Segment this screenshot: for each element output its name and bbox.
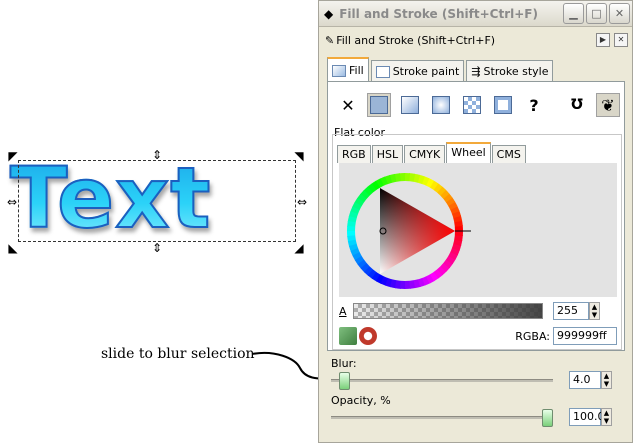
- tab-hsl[interactable]: HSL: [371, 145, 404, 163]
- scale-handle-top-left-icon[interactable]: ◤: [7, 150, 19, 162]
- alpha-label: A: [339, 304, 347, 318]
- opacity-spinbox[interactable]: 100.0 ▲ ▼: [569, 408, 612, 426]
- rgba-input[interactable]: 999999ff: [553, 327, 617, 345]
- paint-type-row: ✕ ? Ʊ ❦: [336, 90, 620, 120]
- blur-spinbox[interactable]: 4.0 ▲ ▼: [569, 371, 612, 389]
- fill-stroke-brush-icon: ✎: [325, 33, 335, 47]
- fill-tab-panel: ✕ ? Ʊ ❦ Flat color RGB HSL CMYK Wheel CM…: [327, 81, 625, 351]
- main-tabs: Fill Stroke paint ⇶ Stroke style: [327, 57, 555, 82]
- color-wheel-area[interactable]: [339, 163, 617, 297]
- tab-cms[interactable]: CMS: [491, 145, 526, 163]
- scale-handle-bottom-icon[interactable]: ⇕: [151, 242, 163, 254]
- fill-rule-nonzero-icon[interactable]: ❦: [596, 93, 620, 117]
- linear-gradient-button[interactable]: [398, 93, 422, 117]
- selection-bounding-box: [18, 160, 296, 242]
- tab-fill[interactable]: Fill: [327, 57, 369, 82]
- rgba-label: RGBA:: [515, 329, 550, 343]
- panel-close-icon[interactable]: ✕: [614, 33, 628, 47]
- scale-handle-top-icon[interactable]: ⇕: [151, 149, 163, 161]
- tab-stroke-paint[interactable]: Stroke paint: [370, 60, 465, 82]
- opacity-value[interactable]: 100.0: [569, 408, 605, 426]
- minimize-button[interactable]: ▁: [563, 3, 584, 24]
- pattern-button[interactable]: [460, 93, 484, 117]
- flat-color-frame: RGB HSL CMYK Wheel CMS A 255 ▲ ▼ RGBA: 9…: [332, 134, 622, 350]
- color-wheel[interactable]: [339, 163, 617, 297]
- scale-handle-top-right-icon[interactable]: ◥: [293, 150, 305, 162]
- stroke-style-tab-icon: ⇶: [471, 65, 481, 78]
- alpha-row: A 255 ▲ ▼: [339, 301, 617, 321]
- alpha-spin-arrows-icon[interactable]: ▲ ▼: [589, 302, 600, 320]
- opacity-spin-arrows-icon[interactable]: ▲ ▼: [601, 408, 612, 426]
- opacity-slider[interactable]: [331, 408, 553, 427]
- no-paint-icon[interactable]: ✕: [336, 93, 360, 117]
- flat-color-icon: [370, 96, 388, 114]
- tab-fill-label: Fill: [349, 64, 364, 77]
- out-of-gamut-icon: [359, 327, 377, 345]
- scale-handle-left-icon[interactable]: ⇔: [6, 196, 18, 208]
- window-title: Fill and Stroke (Shift+Ctrl+F): [339, 6, 538, 21]
- scale-handle-right-icon[interactable]: ⇔: [296, 196, 308, 208]
- tab-stroke-paint-label: Stroke paint: [392, 65, 460, 78]
- scale-handle-bottom-left-icon[interactable]: ◣: [7, 242, 19, 254]
- tab-cmyk[interactable]: CMYK: [404, 145, 446, 163]
- panel-menu-icon[interactable]: ▶: [596, 33, 610, 47]
- rgba-row: RGBA: 999999ff: [339, 325, 617, 347]
- fill-and-stroke-dialog: ◆ Fill and Stroke (Shift+Ctrl+F) ▁ □ ✕ ✎…: [318, 0, 633, 443]
- radial-gradient-button[interactable]: [429, 93, 453, 117]
- color-mode-tabs: RGB HSL CMYK Wheel CMS: [337, 142, 527, 163]
- blur-slider-thumb[interactable]: [339, 371, 350, 390]
- tab-rgb[interactable]: RGB: [337, 145, 371, 163]
- tab-stroke-style-label: Stroke style: [483, 65, 549, 78]
- swatch-button[interactable]: [491, 93, 515, 117]
- opacity-slider-thumb[interactable]: [542, 408, 553, 427]
- inkscape-logo-icon: ◆: [324, 6, 334, 21]
- unset-paint-icon[interactable]: ?: [522, 93, 546, 117]
- tab-wheel[interactable]: Wheel: [446, 142, 491, 163]
- window-titlebar[interactable]: ◆ Fill and Stroke (Shift+Ctrl+F) ▁ □ ✕: [319, 1, 632, 27]
- blur-slider[interactable]: [331, 371, 553, 390]
- fill-rule-evenodd-icon[interactable]: Ʊ: [565, 93, 589, 117]
- drawing-canvas[interactable]: Text ◤ ⇕ ◥ ⇔ ⇔ ◣ ⇕ ◢ slide to blur selec…: [0, 0, 342, 443]
- alpha-value[interactable]: 255: [553, 302, 589, 320]
- flat-color-button[interactable]: [367, 93, 391, 117]
- pattern-icon: [463, 96, 481, 114]
- panel-header: ✎ Fill and Stroke (Shift+Ctrl+F) ▶ ✕: [319, 29, 632, 51]
- close-button[interactable]: ✕: [609, 3, 630, 24]
- maximize-button[interactable]: □: [586, 3, 607, 24]
- linear-gradient-icon: [401, 96, 419, 114]
- annotation-text: slide to blur selection: [101, 346, 255, 362]
- color-managed-icon: [339, 327, 357, 345]
- stroke-paint-tab-icon: [375, 65, 390, 78]
- alpha-spinbox[interactable]: 255 ▲ ▼: [553, 302, 600, 320]
- blur-spin-arrows-icon[interactable]: ▲ ▼: [601, 371, 612, 389]
- panel-title: Fill and Stroke (Shift+Ctrl+F): [336, 33, 496, 47]
- blur-row: 4.0 ▲ ▼: [331, 369, 626, 391]
- swatch-icon: [494, 96, 512, 114]
- radial-gradient-icon: [432, 96, 450, 114]
- scale-handle-bottom-right-icon[interactable]: ◢: [293, 242, 305, 254]
- alpha-slider[interactable]: [353, 303, 543, 319]
- tab-stroke-style[interactable]: ⇶ Stroke style: [466, 60, 554, 82]
- fill-tab-icon: [332, 64, 346, 77]
- blur-value[interactable]: 4.0: [569, 371, 601, 389]
- opacity-row: 100.0 ▲ ▼: [331, 406, 626, 428]
